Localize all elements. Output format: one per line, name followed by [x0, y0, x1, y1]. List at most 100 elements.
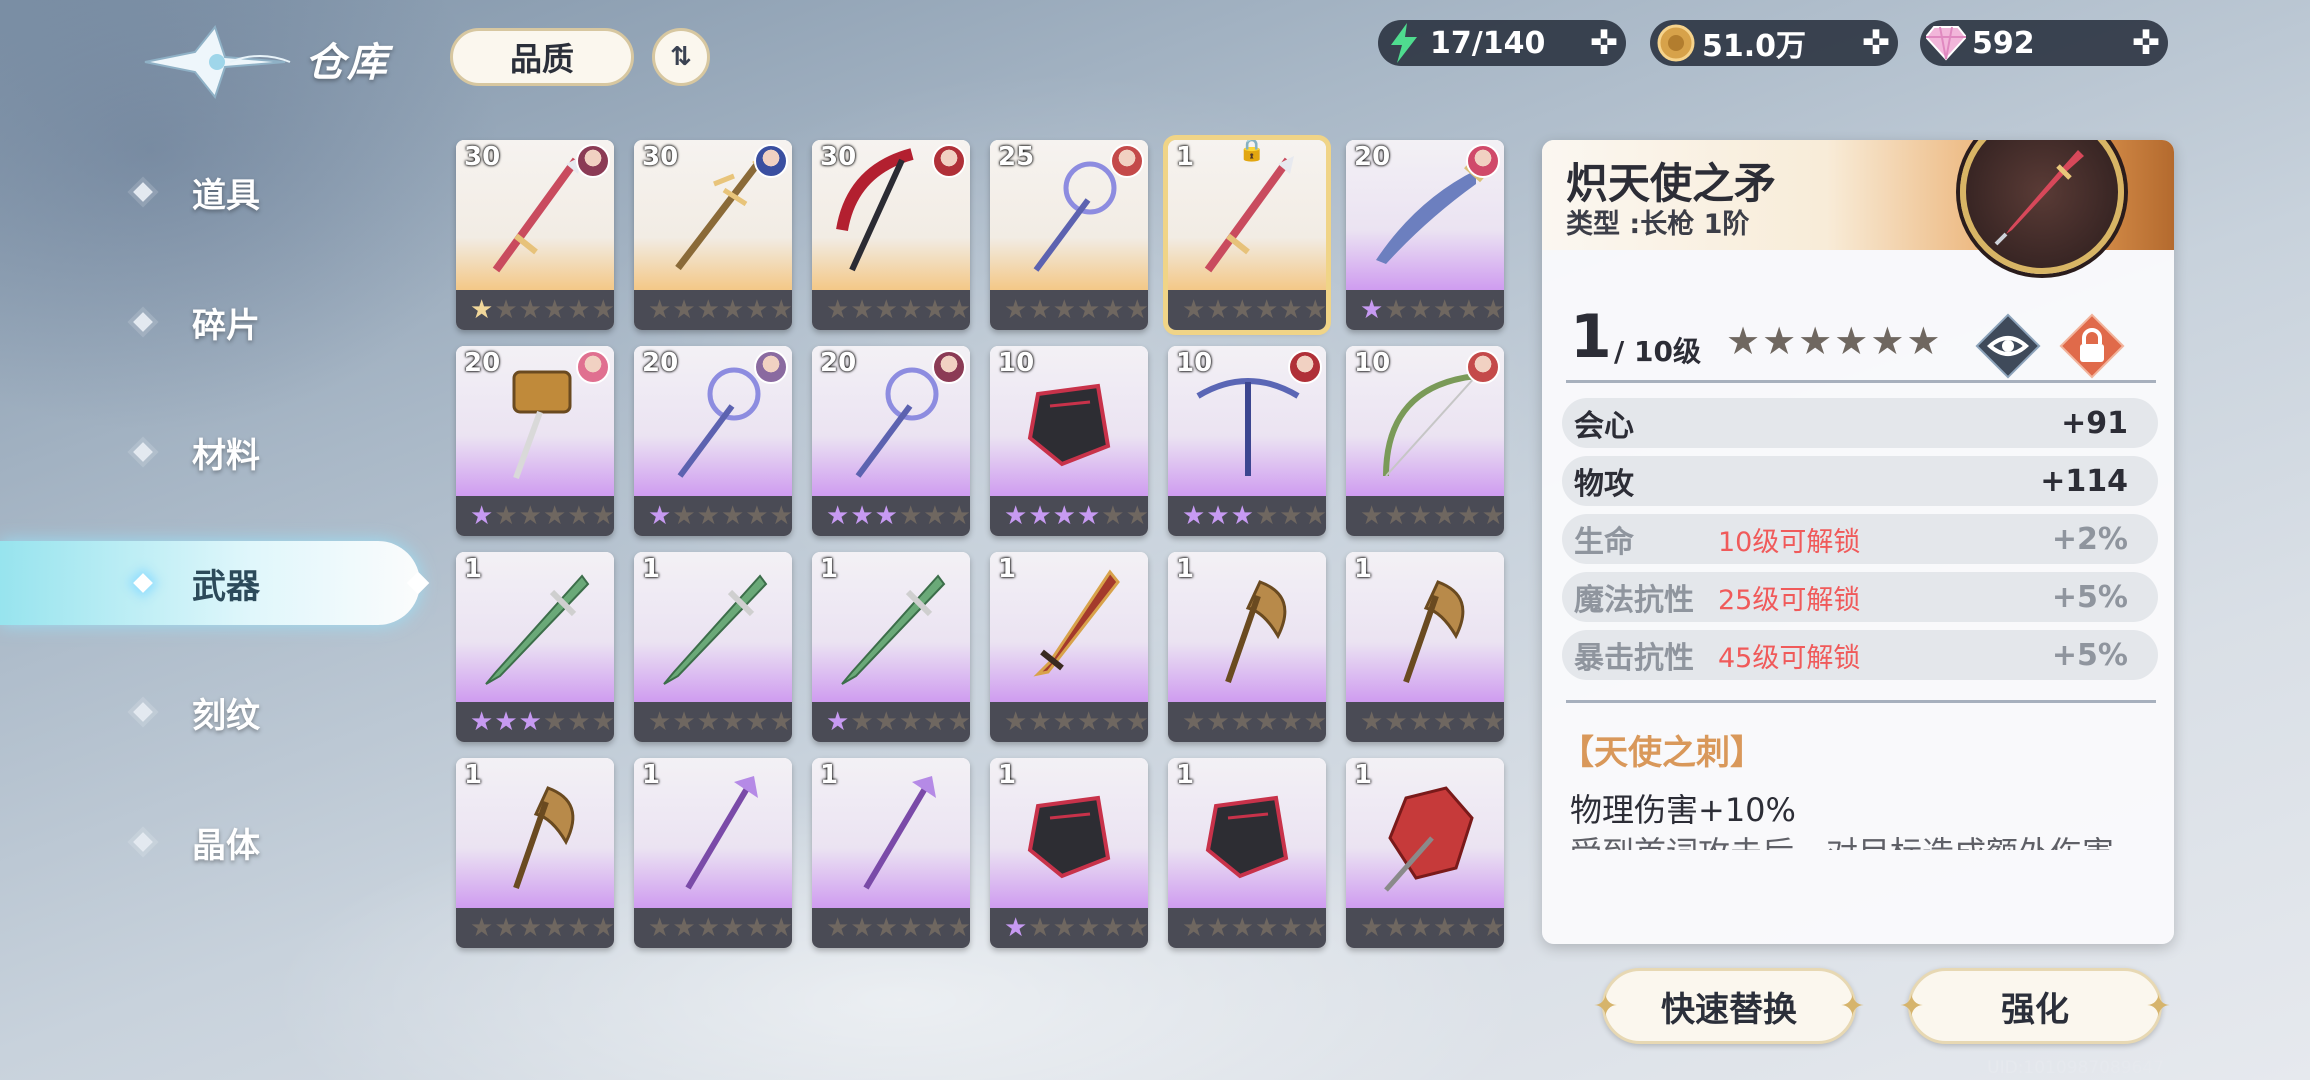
star-icon: ★ — [745, 707, 769, 737]
star-icon: ★ — [1254, 501, 1279, 531]
stat-unlock: 25级可解锁 — [1718, 584, 1861, 616]
star-icon: ★ — [518, 501, 542, 531]
star-icon: ★ — [769, 913, 792, 943]
sidebar-item-fragments[interactable]: 碎片 — [0, 280, 420, 364]
weapon-card[interactable]: 20 ★ ★ ★ ★ ★ ★ — [812, 346, 970, 536]
star-icon: ★ — [1206, 913, 1230, 943]
weapon-card[interactable]: 1 ★ ★ ★ ★ ★ ★ — [1168, 758, 1326, 948]
enhance-button[interactable]: ✦ 强化 ✦ — [1899, 968, 2171, 1044]
star-icon: ★ — [1182, 295, 1206, 325]
weapon-card[interactable]: 20 ★ ★ ★ ★ ★ ★ — [634, 346, 792, 536]
preview-eye-button[interactable] — [1972, 310, 2044, 382]
star-icon: ★ — [898, 913, 923, 943]
star-icon: ★ — [1230, 707, 1254, 737]
lock-toggle-button[interactable] — [2056, 310, 2128, 382]
star-icon: ★ — [1230, 501, 1254, 531]
weapon-card[interactable]: 1 ★ ★ ★ ★ ★ ★ — [1346, 552, 1504, 742]
star-icon: ★ — [1182, 501, 1206, 531]
diamond-icon — [133, 702, 153, 722]
weapon-level-label: 1 — [1354, 554, 1373, 584]
stat-name: 魔法抗性 — [1574, 583, 1694, 618]
weapon-card[interactable]: 1 ★ ★ ★ ★ ★ ★ — [990, 758, 1148, 948]
sidebar-item-materials[interactable]: 材料 — [0, 410, 420, 494]
star-icon: ★ — [874, 501, 898, 531]
quick-replace-button[interactable]: ✦ 快速替换 ✦ — [1593, 968, 1865, 1044]
weapon-card[interactable]: 1 ★ ★ ★ ★ ★ ★ — [1168, 552, 1326, 742]
star-icon: ★ — [591, 913, 614, 943]
star-icon: ★ — [898, 501, 923, 531]
ornament-icon: ✦ — [2145, 988, 2171, 1024]
star-icon: ★ — [826, 501, 850, 531]
weapon-card[interactable]: 1 🔒 ★ ★ ★ ★ ★ ★ — [1163, 135, 1331, 335]
weapon-card[interactable]: 20 ★ ★ ★ ★ ★ ★ — [1346, 140, 1504, 330]
star-icon: ★ — [1052, 707, 1076, 737]
add-gems-button[interactable]: ✜ — [2124, 21, 2168, 65]
weapon-card[interactable]: 1 ★ ★ ★ ★ ★ ★ — [812, 758, 970, 948]
star-icon: ★ — [1076, 295, 1101, 325]
star-icon: ★ — [1004, 707, 1028, 737]
weapon-card[interactable]: 30 ★ ★ ★ ★ ★ ★ — [634, 140, 792, 330]
star-icon: ★ — [1279, 295, 1303, 325]
weapon-card[interactable]: 1 ★ ★ ★ ★ ★ ★ — [1346, 758, 1504, 948]
star-icon: ★ — [1279, 501, 1303, 531]
sidebar-item-crystals[interactable]: 晶体 — [0, 800, 420, 884]
weapon-card[interactable]: 1 ★ ★ ★ ★ ★ ★ — [812, 552, 970, 742]
star-icon: ★ — [745, 501, 769, 531]
star-icon: ★ — [850, 707, 874, 737]
skill-description-more[interactable]: 受到首词攻击后，对目标造成额外伤害 — [1570, 828, 2130, 850]
sort-order-button[interactable]: ⇅ — [652, 28, 710, 86]
star-icon: ★ — [1004, 913, 1028, 943]
star-icon: ★ — [1206, 501, 1230, 531]
enhance-label: 强化 — [2001, 989, 2069, 1030]
weapon-card[interactable]: 10 ★ ★ ★ ★ ★ ★ — [990, 346, 1148, 536]
add-stamina-button[interactable]: ✜ — [1582, 21, 1626, 65]
sidebar-item-items[interactable]: 道具 — [0, 150, 420, 234]
sidebar-item-engravings[interactable]: 刻纹 — [0, 670, 420, 754]
sort-icon: ⇅ — [670, 42, 692, 72]
star-icon: ★ — [648, 913, 672, 943]
star-icon: ★ — [1303, 707, 1326, 737]
sidebar-item-label: 武器 — [192, 566, 260, 607]
star-rating: ★ ★ ★ ★ ★ ★ — [634, 908, 792, 948]
star-icon: ★ — [1028, 501, 1052, 531]
star-icon: ★ — [648, 501, 672, 531]
lock-icon: 🔒 — [1238, 140, 1266, 163]
diamond-icon — [133, 573, 153, 593]
star-icon: ★ — [1408, 501, 1432, 531]
weapon-level-label: 1 — [820, 554, 839, 584]
sidebar-item-label: 晶体 — [192, 825, 260, 866]
star-icon: ★ — [1052, 913, 1076, 943]
weapon-card[interactable]: 20 ★ ★ ★ ★ ★ ★ — [456, 346, 614, 536]
star-icon: ★ — [518, 913, 542, 943]
star-rating: ★ ★ ★ ★ ★ ★ — [812, 908, 970, 948]
weapon-level-label: 1 — [464, 554, 483, 584]
sidebar-item-weapons[interactable]: 武器 — [0, 541, 430, 625]
add-gold-button[interactable]: ✜ — [1854, 21, 1898, 65]
spear-icon — [1994, 150, 2084, 246]
weapon-card[interactable]: 30 ★ ★ ★ ★ ★ ★ — [456, 140, 614, 330]
weapon-card[interactable]: 1 ★ ★ ★ ★ ★ ★ — [456, 552, 614, 742]
star-icon: ★ — [1230, 913, 1254, 943]
weapon-card[interactable]: 10 ★ ★ ★ ★ ★ ★ — [1168, 346, 1326, 536]
star-icon: ★ — [1432, 501, 1457, 531]
gem-icon — [1924, 21, 1968, 65]
quality-filter-button[interactable]: 品质 — [450, 28, 634, 86]
weapon-card[interactable]: 25 ★ ★ ★ ★ ★ ★ — [990, 140, 1148, 330]
character-avatar — [1466, 350, 1500, 384]
weapon-card[interactable]: 1 ★ ★ ★ ★ ★ ★ — [634, 552, 792, 742]
star-icon: ★ — [696, 707, 720, 737]
star-icon: ★ — [1481, 295, 1504, 325]
weapon-card[interactable]: 1 ★ ★ ★ ★ ★ ★ — [990, 552, 1148, 742]
stat-value: +5% — [2051, 637, 2128, 673]
star-icon: ★ — [1432, 707, 1457, 737]
weapon-card[interactable]: 30 ★ ★ ★ ★ ★ ★ — [812, 140, 970, 330]
weapon-card[interactable]: 1 ★ ★ ★ ★ ★ ★ — [456, 758, 614, 948]
character-avatar — [1288, 350, 1322, 384]
diamond-icon — [133, 312, 153, 332]
star-icon: ★ — [1384, 295, 1408, 325]
star-icon: ★ — [1279, 913, 1303, 943]
weapon-card[interactable]: 1 ★ ★ ★ ★ ★ ★ — [634, 758, 792, 948]
gem-counter: 592 ✜ — [1920, 20, 2168, 66]
weapon-card[interactable]: 10 ★ ★ ★ ★ ★ ★ — [1346, 346, 1504, 536]
warehouse-logo-icon — [144, 24, 291, 100]
